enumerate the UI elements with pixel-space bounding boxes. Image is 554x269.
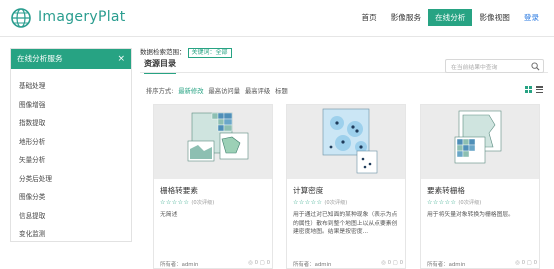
rating-stars[interactable]: ☆☆☆☆☆ (0次评级) — [293, 199, 347, 206]
card-stats: ◎ 0 ▢ 0 — [515, 260, 537, 266]
density-thumbnail-icon — [322, 108, 378, 174]
card-description: 用于通过对已知面的某种现象（表示为点的属性）散布到整个地图上以从点要素创建密度地… — [293, 212, 398, 235]
resource-card[interactable]: 栅格转要素 ☆☆☆☆☆ (0次评级) 无简述 所有者：admin ◎ 0 ▢ 0 — [153, 104, 273, 269]
card-footer: 所有者：admin ◎ 0 ▢ 0 — [293, 260, 403, 268]
sidebar-item-terrain-analysis[interactable]: 地形分析 — [11, 133, 131, 152]
card-description: 用于将矢量对象转换为栅格图层。 — [427, 212, 514, 218]
search-placeholder: 在当前结果中查询 — [451, 65, 498, 71]
sort-label: 排序方式: — [146, 88, 174, 95]
rating-count: (0次评级) — [458, 200, 482, 206]
sort-latest-modified[interactable]: 最新修改 — [178, 86, 203, 95]
keyword-tag[interactable]: 关键词：全部 — [187, 48, 232, 58]
sidebar-item-index-extraction[interactable]: 指数提取 — [11, 114, 131, 133]
card-thumbnail — [154, 105, 272, 179]
search-input[interactable]: 在当前结果中查询 — [445, 59, 544, 73]
card-stats: ◎ 0 ▢ 0 — [381, 260, 403, 266]
list-view-icon[interactable] — [536, 86, 543, 93]
rating-count: (0次评级) — [324, 200, 348, 206]
card-stats: ◎ 0 ▢ 0 — [248, 260, 270, 266]
sort-bar: 排序方式: 最新修改 最高访问量 最高评级 标题 — [146, 86, 288, 95]
grid-view-icon[interactable] — [525, 86, 532, 93]
feature-to-raster-thumbnail-icon — [454, 110, 502, 164]
sidebar-item-post-classification[interactable]: 分类后处理 — [11, 170, 131, 189]
sort-title[interactable]: 标题 — [275, 86, 288, 95]
sort-most-visited[interactable]: 最高访问量 — [209, 86, 240, 95]
view-toggle — [525, 86, 543, 93]
nav-imagery-view[interactable]: 影像视图 — [472, 9, 516, 26]
nav-home[interactable]: 首页 — [355, 9, 384, 26]
search-range: 数据检索范围： 关键词：全部 — [140, 46, 232, 58]
rating-count: (0次评级) — [191, 200, 215, 206]
card-footer: 所有者：admin ◎ 0 ▢ 0 — [160, 260, 270, 268]
main-content: 数据检索范围： 关键词：全部 资源目录 在当前结果中查询 排序方式: 最新修改 最… — [140, 44, 550, 269]
sidebar-item-basic-processing[interactable]: 基础处理 — [11, 77, 131, 96]
card-title[interactable]: 要素转栅格 — [427, 185, 465, 196]
resource-card[interactable]: 计算密度 ☆☆☆☆☆ (0次评级) 用于通过对已知面的某种现象（表示为点的属性）散… — [286, 104, 406, 269]
sort-highest-rated[interactable]: 最高评级 — [245, 86, 270, 95]
sidebar-header: 在线分析服务 × — [11, 49, 131, 69]
card-thumbnail — [287, 105, 405, 179]
card-thumbnail — [421, 105, 539, 179]
card-owner: 所有者：admin — [427, 262, 466, 268]
top-header: ImageryPlat 首页 影像服务 在线分析 影像视图 登录 — [0, 0, 554, 37]
rating-stars[interactable]: ☆☆☆☆☆ (0次评级) — [160, 199, 214, 206]
card-description: 无简述 — [160, 212, 178, 218]
search-icon[interactable] — [531, 62, 540, 71]
sidebar-item-change-detection[interactable]: 变化监测 — [11, 225, 131, 244]
raster-to-feature-thumbnail-icon — [187, 112, 249, 162]
sidebar-item-image-classification[interactable]: 图像分类 — [11, 188, 131, 207]
sidebar-list: 基础处理 图像增强 指数提取 地形分析 矢量分析 分类后处理 图像分类 信息提取… — [11, 77, 131, 244]
card-title[interactable]: 栅格转要素 — [160, 185, 198, 196]
sidebar-item-info-extraction[interactable]: 信息提取 — [11, 207, 131, 226]
main-nav: 首页 影像服务 在线分析 影像视图 登录 — [355, 9, 547, 26]
globe-logo-icon[interactable] — [10, 7, 32, 29]
card-owner: 所有者：admin — [160, 262, 199, 268]
nav-imagery-service[interactable]: 影像服务 — [384, 9, 428, 26]
resource-card[interactable]: 要素转栅格 ☆☆☆☆☆ (0次评级) 用于将矢量对象转换为栅格图层。 所有者：ad… — [420, 104, 540, 269]
card-owner: 所有者：admin — [293, 262, 332, 268]
brand-name[interactable]: ImageryPlat — [38, 9, 126, 25]
sidebar: 在线分析服务 × 基础处理 图像增强 指数提取 地形分析 矢量分析 分类后处理 … — [10, 48, 132, 242]
search-range-label: 数据检索范围： — [140, 48, 186, 56]
sidebar-title: 在线分析服务 — [17, 54, 63, 63]
close-icon[interactable]: × — [117, 49, 125, 69]
sidebar-item-vector-analysis[interactable]: 矢量分析 — [11, 151, 131, 170]
rating-stars[interactable]: ☆☆☆☆☆ (0次评级) — [427, 199, 481, 206]
login-link[interactable]: 登录 — [517, 9, 546, 26]
card-title[interactable]: 计算密度 — [293, 185, 323, 196]
nav-online-analysis[interactable]: 在线分析 — [428, 9, 473, 26]
sidebar-item-image-enhancement[interactable]: 图像增强 — [11, 96, 131, 115]
card-footer: 所有者：admin ◎ 0 ▢ 0 — [427, 260, 537, 268]
